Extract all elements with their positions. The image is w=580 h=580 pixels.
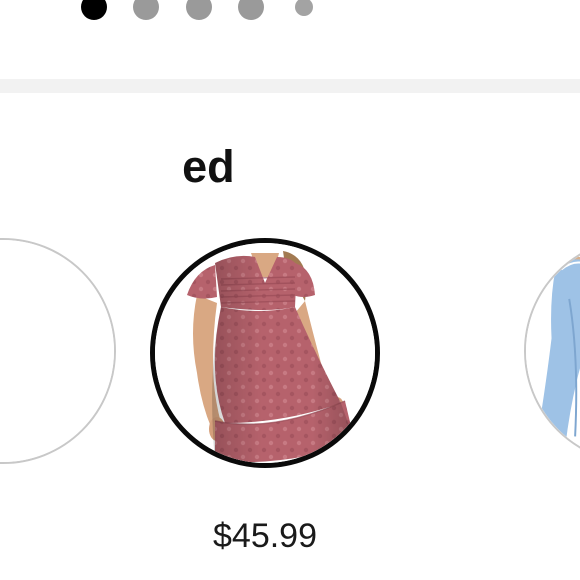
carousel-dot-3[interactable] (186, 0, 212, 20)
product-thumbnail-1[interactable] (0, 238, 116, 464)
pink-dress-image (155, 243, 375, 463)
product-thumbnail-2[interactable] (150, 238, 380, 468)
carousel-dot-4[interactable] (238, 0, 264, 20)
carousel-dot-2[interactable] (133, 0, 159, 20)
product-price: $45.99 (213, 517, 317, 555)
product-thumbnail-3[interactable] (524, 238, 580, 464)
blue-dress-image (526, 240, 580, 462)
product-image-1 (0, 240, 114, 462)
section-divider (0, 79, 580, 93)
section-title-text: ed (182, 141, 235, 192)
product-page: Recommended (0, 0, 580, 580)
carousel-dot-5[interactable] (295, 0, 313, 16)
carousel-dot-1[interactable] (81, 0, 107, 20)
section-title: Recommended (0, 142, 235, 192)
